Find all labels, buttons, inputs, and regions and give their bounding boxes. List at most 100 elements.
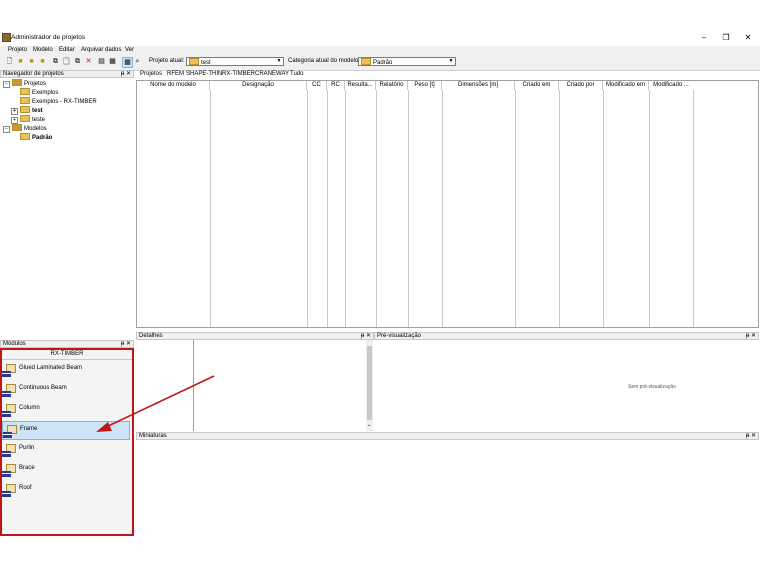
details-scrollbar[interactable]: ⌄ bbox=[366, 340, 373, 431]
tree-item-padrao[interactable]: Padrão bbox=[20, 133, 52, 141]
chevron-down-icon: ▼ bbox=[276, 58, 282, 64]
tree-item-projetos[interactable]: − Projetos bbox=[3, 79, 46, 88]
column-header[interactable]: Relatório bbox=[376, 81, 408, 90]
print-icon[interactable]: ▦ bbox=[108, 57, 117, 66]
pin-icon[interactable]: ᵽ bbox=[746, 333, 749, 339]
grid-view-icon[interactable]: ▦ bbox=[122, 57, 133, 68]
model-table: Nome do modelo Designação CC RC Resulta.… bbox=[136, 80, 759, 328]
collapse-icon[interactable]: − bbox=[3, 126, 10, 133]
column-divider bbox=[345, 90, 346, 327]
properties-icon[interactable]: ▤ bbox=[97, 57, 106, 66]
tab-shape-thin[interactable]: SHAPE-THIN bbox=[186, 71, 222, 77]
thumbnails-panel bbox=[136, 440, 759, 538]
menu-editar[interactable]: Editar bbox=[59, 47, 75, 53]
chevron-down-icon: ▼ bbox=[448, 58, 454, 64]
pin-icon[interactable]: ᵽ bbox=[361, 333, 364, 339]
tab-projetos[interactable]: Projetos bbox=[140, 71, 162, 77]
new-file-icon[interactable]: 🗋 bbox=[5, 57, 14, 66]
navigator-panel-buttons[interactable]: ᵽ ✕ bbox=[121, 71, 131, 78]
tree-item-teste[interactable]: + teste bbox=[11, 115, 45, 124]
open-folder-icon[interactable]: ■ bbox=[27, 57, 36, 66]
close-icon[interactable]: ✕ bbox=[126, 341, 131, 347]
column-header[interactable]: Modificado ... bbox=[649, 81, 693, 90]
current-project-label: Projeto atual: bbox=[149, 58, 185, 64]
tab-rfem[interactable]: RFEM bbox=[167, 71, 184, 77]
model-tabs: Projetos RFEM SHAPE-THIN RX-TIMBER CRANE… bbox=[137, 71, 757, 80]
restore-button[interactable]: ❐ bbox=[716, 32, 736, 44]
delete-icon[interactable]: ✕ bbox=[84, 57, 93, 66]
details-header: Detalhes ᵽ ✕ bbox=[136, 332, 374, 340]
column-header[interactable]: RC bbox=[327, 81, 345, 90]
details-panel-buttons[interactable]: ᵽ ✕ bbox=[361, 333, 371, 340]
tree-item-exemplos[interactable]: Exemplos bbox=[20, 88, 58, 96]
new-folder-icon[interactable]: ■ bbox=[16, 57, 25, 66]
column-header[interactable]: Designação bbox=[210, 81, 307, 90]
title-bar: Administrador de projetos – ❐ ✕ bbox=[0, 30, 760, 46]
folder-icon bbox=[20, 133, 30, 140]
pin-icon[interactable]: ᵽ bbox=[746, 433, 749, 439]
column-header[interactable]: Dimensões [m] bbox=[442, 81, 515, 90]
scroll-down-icon[interactable]: ⌄ bbox=[367, 422, 371, 428]
close-icon[interactable]: ✕ bbox=[126, 71, 131, 77]
project-tree: − Projetos Exemplos Exemplos - RX-TIMBER … bbox=[0, 78, 134, 336]
folder-icon[interactable]: ■ bbox=[38, 57, 47, 66]
preview-panel-buttons[interactable]: ᵽ ✕ bbox=[746, 333, 756, 340]
close-icon[interactable]: ✕ bbox=[751, 433, 756, 439]
preview-title: Pré-visualização bbox=[377, 333, 422, 339]
close-button[interactable]: ✕ bbox=[738, 32, 758, 44]
model-category-select[interactable]: Padrão ▼ bbox=[358, 57, 456, 66]
column-divider bbox=[515, 90, 516, 327]
collapse-icon[interactable]: − bbox=[3, 81, 10, 88]
minimize-button[interactable]: – bbox=[694, 32, 714, 44]
close-icon[interactable]: ✕ bbox=[366, 333, 371, 339]
paste-icon[interactable]: 📋 bbox=[62, 57, 71, 66]
column-header[interactable]: Nome do modelo bbox=[137, 81, 210, 90]
modules-panel-buttons[interactable]: ᵽ ✕ bbox=[121, 341, 131, 348]
column-header[interactable]: Peso [t] bbox=[408, 81, 442, 90]
folder-icon bbox=[20, 88, 30, 95]
pin-icon[interactable]: ᵽ bbox=[121, 71, 124, 77]
column-header[interactable]: Criado em bbox=[515, 81, 559, 90]
current-project-value: test bbox=[201, 60, 211, 66]
tree-item-exemplos-rx-timber[interactable]: Exemplos - RX-TIMBER bbox=[20, 97, 97, 105]
thumbnails-header: Miniaturas ᵽ ✕ bbox=[136, 432, 759, 440]
thumbnails-panel-buttons[interactable]: ᵽ ✕ bbox=[746, 433, 756, 440]
column-divider bbox=[559, 90, 560, 327]
current-project-select[interactable]: test ▼ bbox=[186, 57, 284, 66]
arrow-head bbox=[96, 422, 112, 432]
projects-icon bbox=[12, 79, 22, 86]
menu-modelo[interactable]: Modelo bbox=[33, 47, 53, 53]
tab-craneway[interactable]: CRANEWAY bbox=[255, 71, 289, 77]
toolbar: 🗋 ■ ■ ■ ⧉ 📋 ⧉ ✕ ▤ ▦ ▦ ⌕ Projeto atual: t… bbox=[0, 55, 760, 71]
modules-header: Módulos ᵽ ✕ bbox=[0, 340, 134, 348]
column-header[interactable]: Resulta... bbox=[345, 81, 376, 90]
folder-icon bbox=[20, 97, 30, 104]
tree-item-test[interactable]: + test bbox=[11, 106, 43, 115]
folder-icon bbox=[20, 115, 30, 122]
column-header[interactable]: Modificado em bbox=[603, 81, 649, 90]
window-title: Administrador de projetos bbox=[11, 34, 86, 41]
expand-icon[interactable]: + bbox=[11, 117, 18, 124]
column-divider bbox=[442, 90, 443, 327]
arrow-line bbox=[103, 375, 215, 429]
menu-arquivar-dados[interactable]: Arquivar dados bbox=[81, 47, 121, 53]
menu-projeto[interactable]: Projeto bbox=[8, 47, 27, 53]
column-header[interactable]: Criado por bbox=[559, 81, 603, 90]
copy-icon[interactable]: ⧉ bbox=[51, 57, 60, 66]
expand-icon[interactable]: + bbox=[11, 108, 18, 115]
duplicate-icon[interactable]: ⧉ bbox=[73, 57, 82, 66]
search-icon[interactable]: ⌕ bbox=[133, 57, 142, 66]
close-icon[interactable]: ✕ bbox=[751, 333, 756, 339]
tab-rx-timber[interactable]: RX-TIMBER bbox=[222, 71, 255, 77]
project-manager-window: Administrador de projetos – ❐ ✕ Projeto … bbox=[0, 30, 760, 540]
pin-icon[interactable]: ᵽ bbox=[121, 341, 124, 347]
column-header[interactable]: CC bbox=[307, 81, 327, 90]
column-divider bbox=[649, 90, 650, 327]
column-divider bbox=[603, 90, 604, 327]
navigator-header: Navegador de projetos ᵽ ✕ bbox=[0, 70, 134, 78]
menu-ver[interactable]: Ver bbox=[125, 47, 134, 53]
tree-item-modelos[interactable]: − Modelos bbox=[3, 124, 47, 133]
scrollbar-thumb[interactable] bbox=[367, 346, 372, 420]
tab-tudo[interactable]: Tudo bbox=[290, 71, 303, 77]
column-divider bbox=[408, 90, 409, 327]
